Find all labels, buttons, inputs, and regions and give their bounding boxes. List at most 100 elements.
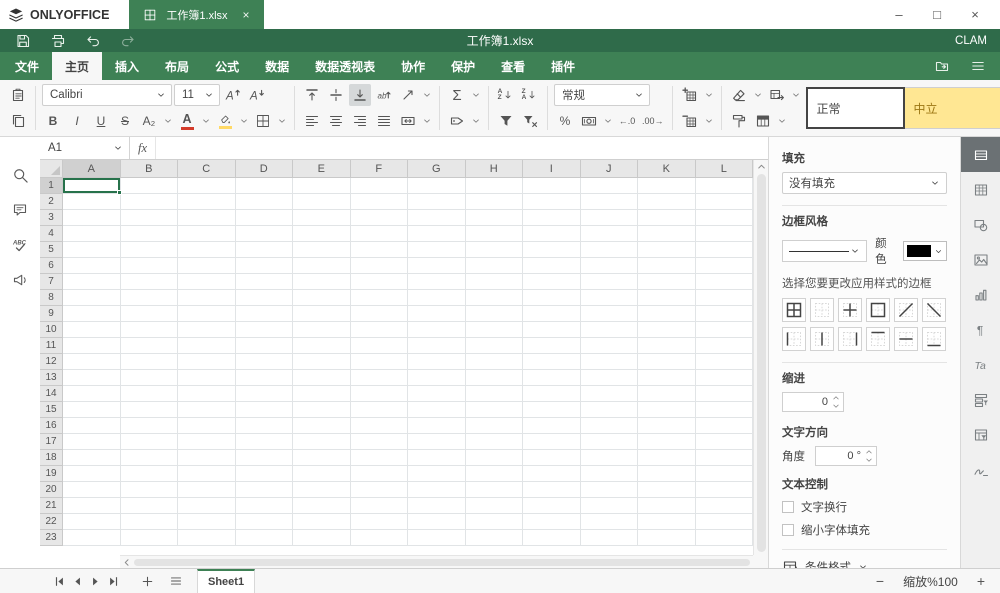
undo-button[interactable] xyxy=(82,31,104,50)
window-close-button[interactable]: × xyxy=(960,4,990,26)
autosum-button[interactable]: Σ xyxy=(446,84,468,106)
cell-D19[interactable] xyxy=(236,466,294,482)
cell-A10[interactable] xyxy=(63,322,121,338)
spellcheck-button[interactable]: ABC xyxy=(8,235,32,255)
cell-L20[interactable] xyxy=(696,482,754,498)
cell-H19[interactable] xyxy=(466,466,524,482)
cell-L6[interactable] xyxy=(696,258,754,274)
cell-E22[interactable] xyxy=(293,514,351,530)
row-header-14[interactable]: 14 xyxy=(40,386,63,402)
window-maximize-button[interactable]: □ xyxy=(922,4,952,26)
align-right-button[interactable] xyxy=(349,110,371,132)
row-header-20[interactable]: 20 xyxy=(40,482,63,498)
cell-B7[interactable] xyxy=(121,274,179,290)
cell-H11[interactable] xyxy=(466,338,524,354)
column-header-G[interactable]: G xyxy=(408,160,466,178)
cell-A17[interactable] xyxy=(63,434,121,450)
italic-button[interactable]: I xyxy=(66,110,88,132)
cell-F9[interactable] xyxy=(351,306,409,322)
spin-up-icon[interactable] xyxy=(832,394,840,402)
diagonal-down-border-button[interactable] xyxy=(922,298,946,322)
row-header-8[interactable]: 8 xyxy=(40,290,63,306)
cell-I16[interactable] xyxy=(523,418,581,434)
cell-C4[interactable] xyxy=(178,226,236,242)
font-color-button[interactable]: A xyxy=(176,110,198,132)
cell-H9[interactable] xyxy=(466,306,524,322)
cell-E10[interactable] xyxy=(293,322,351,338)
search-button[interactable] xyxy=(8,165,32,185)
cell-D1[interactable] xyxy=(236,178,294,194)
cell-A12[interactable] xyxy=(63,354,121,370)
subscript-superscript-button[interactable]: A₂ xyxy=(138,110,160,132)
cell-B12[interactable] xyxy=(121,354,179,370)
cell-A14[interactable] xyxy=(63,386,121,402)
save-button[interactable] xyxy=(12,31,34,50)
open-file-location-icon[interactable] xyxy=(934,58,950,74)
clear-filter-button[interactable] xyxy=(519,110,541,132)
menu-tab-查看[interactable]: 查看 xyxy=(488,52,538,80)
cell-F5[interactable] xyxy=(351,242,409,258)
menu-tab-插入[interactable]: 插入 xyxy=(102,52,152,80)
cell-E8[interactable] xyxy=(293,290,351,306)
cell-D18[interactable] xyxy=(236,450,294,466)
named-ranges-button[interactable] xyxy=(446,110,468,132)
cell-F1[interactable] xyxy=(351,178,409,194)
cell-C1[interactable] xyxy=(178,178,236,194)
cell-C8[interactable] xyxy=(178,290,236,306)
format-as-table-button[interactable] xyxy=(752,110,774,132)
cell-C10[interactable] xyxy=(178,322,236,338)
cell-A6[interactable] xyxy=(63,258,121,274)
cell-A19[interactable] xyxy=(63,466,121,482)
cell-J23[interactable] xyxy=(581,530,639,546)
formula-input[interactable] xyxy=(156,137,768,159)
cell-E18[interactable] xyxy=(293,450,351,466)
cell-F23[interactable] xyxy=(351,530,409,546)
cell-L7[interactable] xyxy=(696,274,754,290)
cell-C6[interactable] xyxy=(178,258,236,274)
cell-J11[interactable] xyxy=(581,338,639,354)
fill-select[interactable]: 没有填充 xyxy=(782,172,947,194)
cell-I22[interactable] xyxy=(523,514,581,530)
cell-F13[interactable] xyxy=(351,370,409,386)
cell-E13[interactable] xyxy=(293,370,351,386)
cell-G9[interactable] xyxy=(408,306,466,322)
chevron-down-icon[interactable] xyxy=(703,116,715,126)
cell-G13[interactable] xyxy=(408,370,466,386)
decrease-decimal-button[interactable]: ←.0 xyxy=(616,110,638,132)
align-left-button[interactable] xyxy=(301,110,323,132)
cell-J4[interactable] xyxy=(581,226,639,242)
cell-K15[interactable] xyxy=(638,402,696,418)
panel-tab-cell-settings[interactable] xyxy=(961,137,1000,172)
cell-E3[interactable] xyxy=(293,210,351,226)
angle-spinner[interactable]: 0 ° xyxy=(815,446,877,466)
previous-sheet-button[interactable] xyxy=(70,572,85,590)
cell-G22[interactable] xyxy=(408,514,466,530)
cell-K22[interactable] xyxy=(638,514,696,530)
cell-I12[interactable] xyxy=(523,354,581,370)
menu-tab-数据透视表[interactable]: 数据透视表 xyxy=(302,52,388,80)
cell-D4[interactable] xyxy=(236,226,294,242)
cell-B3[interactable] xyxy=(121,210,179,226)
border-color-swatch[interactable] xyxy=(903,241,947,261)
sheet-tab-Sheet1[interactable]: Sheet1 xyxy=(197,569,255,593)
row-header-17[interactable]: 17 xyxy=(40,434,63,450)
cell-D8[interactable] xyxy=(236,290,294,306)
column-header-K[interactable]: K xyxy=(638,160,696,178)
cell-G18[interactable] xyxy=(408,450,466,466)
cell-H22[interactable] xyxy=(466,514,524,530)
cell-F2[interactable] xyxy=(351,194,409,210)
cell-F19[interactable] xyxy=(351,466,409,482)
spin-up-icon[interactable] xyxy=(865,448,873,456)
cell-I5[interactable] xyxy=(523,242,581,258)
row-header-6[interactable]: 6 xyxy=(40,258,63,274)
cell-J6[interactable] xyxy=(581,258,639,274)
left-border-button[interactable] xyxy=(782,327,806,351)
chevron-down-icon[interactable] xyxy=(752,90,764,100)
menu-tab-布局[interactable]: 布局 xyxy=(152,52,202,80)
panel-tab-signature-settings[interactable] xyxy=(961,452,1000,487)
insert-function-button[interactable]: fx xyxy=(130,137,156,159)
cell-E6[interactable] xyxy=(293,258,351,274)
checkbox-缩小字体填充[interactable] xyxy=(782,524,794,536)
window-minimize-button[interactable]: – xyxy=(884,4,914,26)
cell-A15[interactable] xyxy=(63,402,121,418)
